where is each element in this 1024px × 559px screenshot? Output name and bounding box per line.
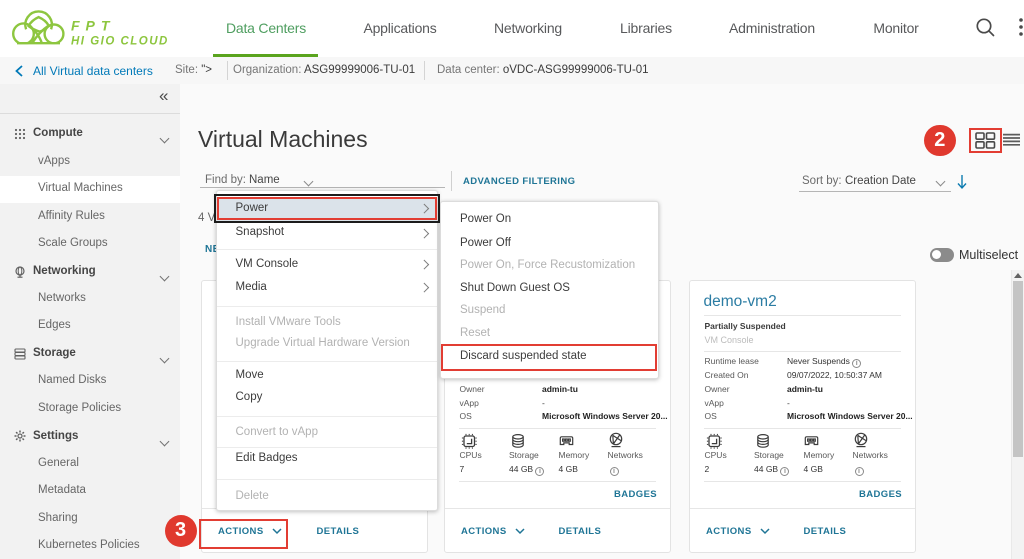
svg-text:HI GIO CLOUD: HI GIO CLOUD: [71, 36, 169, 48]
svg-text:FPT: FPT: [71, 18, 115, 34]
